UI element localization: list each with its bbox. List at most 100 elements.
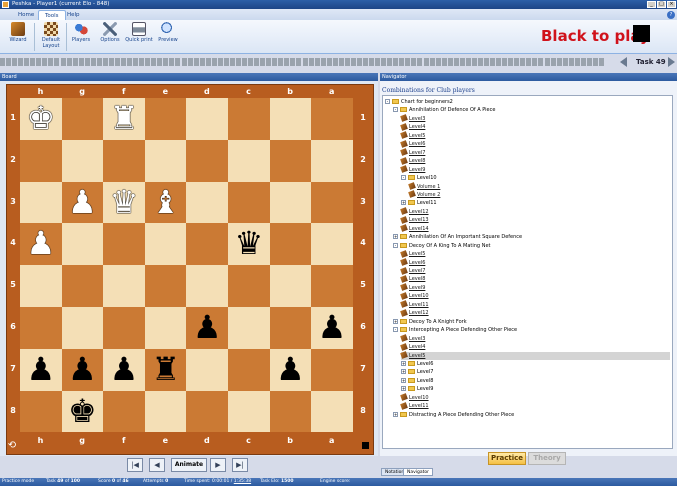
- tree-item-label[interactable]: Level14: [409, 226, 429, 232]
- task-progress-tick[interactable]: [121, 58, 126, 66]
- task-progress-tick[interactable]: [592, 58, 598, 66]
- task-progress-tick[interactable]: [278, 58, 284, 66]
- task-progress-tick[interactable]: [72, 58, 78, 66]
- board-square-c8[interactable]: [228, 390, 270, 433]
- tree-item-label[interactable]: Level10: [417, 175, 437, 181]
- task-progress-tick[interactable]: [66, 58, 72, 66]
- board-square-f5[interactable]: [103, 265, 145, 307]
- task-progress-tick[interactable]: [242, 58, 247, 66]
- task-progress-tick[interactable]: [423, 58, 429, 66]
- task-progress-tick[interactable]: [169, 58, 175, 66]
- task-progress-tick[interactable]: [441, 58, 447, 66]
- task-progress-tick[interactable]: [60, 58, 66, 66]
- tree-task[interactable]: Level14: [400, 224, 670, 233]
- task-progress-tick[interactable]: [145, 58, 151, 66]
- chess-board[interactable]: ♚ ♜ ♟ ♛ ♝ ♟ ♛ ♟ ♟ ♟ ♟ ♟ ♜ ♟ ♚: [20, 98, 353, 433]
- tree-folder[interactable]: - Intercepting A Piece Defending Other Pi…: [393, 326, 670, 334]
- chess-piece-a6[interactable]: ♟: [311, 307, 353, 348]
- collapse-icon[interactable]: -: [393, 327, 398, 333]
- expand-icon[interactable]: +: [401, 200, 406, 206]
- tree-task[interactable]: Level4: [400, 122, 670, 131]
- task-progress-tick[interactable]: [308, 58, 314, 66]
- next-move-button[interactable]: ▶: [210, 458, 226, 472]
- board-square-c6[interactable]: [228, 307, 270, 349]
- task-progress-tick[interactable]: [484, 58, 489, 66]
- close-icon[interactable]: ×: [667, 1, 676, 8]
- tree-task[interactable]: Level4: [400, 342, 670, 351]
- expand-icon[interactable]: +: [401, 360, 406, 366]
- task-progress-tick[interactable]: [574, 58, 580, 66]
- task-progress-tick[interactable]: [338, 58, 344, 66]
- tree-item-label[interactable]: Level11: [409, 403, 429, 409]
- tree-folder[interactable]: + Level6: [401, 360, 670, 368]
- tree-task[interactable]: Level6: [400, 258, 670, 267]
- board-square-h5[interactable]: [20, 265, 62, 307]
- tree-item-label[interactable]: Level4: [409, 344, 425, 350]
- chess-piece-h4[interactable]: ♟: [20, 223, 62, 264]
- board-square-f8[interactable]: [103, 390, 145, 433]
- chess-piece-b7[interactable]: ♟: [270, 349, 312, 390]
- tree-item-label[interactable]: Level8: [417, 378, 433, 384]
- task-progress-tick[interactable]: [260, 58, 266, 66]
- tree-task[interactable]: Level7: [400, 266, 670, 275]
- tree-item-label[interactable]: Volume 1: [417, 184, 440, 190]
- chess-piece-c4[interactable]: ♛: [228, 223, 270, 264]
- tree-task[interactable]: Level8: [400, 275, 670, 283]
- board-square-c5[interactable]: [228, 265, 270, 307]
- tree-folder[interactable]: - Chart for beginners2: [385, 98, 670, 106]
- tree-task[interactable]: Level12: [400, 308, 670, 317]
- task-progress-tick[interactable]: [30, 58, 36, 66]
- tree-item-label[interactable]: Level5: [409, 353, 425, 359]
- task-progress-tick[interactable]: [6, 58, 12, 66]
- tree-item-label[interactable]: Level6: [417, 361, 433, 367]
- tree-task[interactable]: Level5: [400, 351, 670, 360]
- tab-navigator[interactable]: Navigator: [403, 468, 434, 476]
- board-square-a7[interactable]: [311, 348, 353, 391]
- tree-item-label[interactable]: Level7: [417, 369, 433, 375]
- tree-task[interactable]: Level12: [400, 207, 670, 216]
- board-square-b2[interactable]: [269, 139, 312, 182]
- chess-piece-g8[interactable]: ♚: [62, 391, 104, 432]
- help-icon[interactable]: ?: [667, 11, 675, 19]
- tree-item-label[interactable]: Level12: [409, 209, 429, 215]
- tree-task[interactable]: Level7: [400, 148, 670, 157]
- board-square-g5[interactable]: [61, 265, 104, 307]
- task-progress-tick[interactable]: [181, 58, 187, 66]
- board-square-c1[interactable]: [228, 98, 270, 140]
- task-progress-tick[interactable]: [393, 58, 399, 66]
- tree-task[interactable]: Level9: [400, 165, 670, 174]
- tree-task[interactable]: Volume 1: [408, 182, 670, 191]
- board-square-a2[interactable]: [311, 139, 353, 182]
- board-square-b1[interactable]: [269, 98, 312, 140]
- expand-icon[interactable]: +: [401, 377, 406, 383]
- practice-button[interactable]: Practice: [488, 452, 526, 465]
- task-progress-tick[interactable]: [193, 58, 199, 66]
- task-progress-tick[interactable]: [229, 58, 235, 66]
- tree-item-label[interactable]: Level10: [409, 293, 429, 299]
- task-progress-tick[interactable]: [151, 58, 157, 66]
- task-progress-tick[interactable]: [350, 58, 356, 66]
- task-progress-tick[interactable]: [580, 58, 586, 66]
- next-task-icon[interactable]: [668, 57, 675, 67]
- task-progress-tick[interactable]: [48, 58, 54, 66]
- tree-item-label[interactable]: Chart for beginners2: [401, 99, 453, 105]
- task-progress-tick[interactable]: [508, 58, 514, 66]
- last-move-button[interactable]: ▶|: [232, 458, 248, 472]
- preview-button[interactable]: Preview: [153, 22, 183, 52]
- board-square-e2[interactable]: [144, 139, 187, 182]
- board-square-d7[interactable]: [186, 348, 228, 391]
- task-progress-tick[interactable]: [217, 58, 223, 66]
- task-progress-tick[interactable]: [477, 58, 483, 66]
- minimize-icon[interactable]: _: [647, 1, 656, 8]
- tree-task[interactable]: Level5: [400, 131, 670, 140]
- tree-item-label[interactable]: Level9: [409, 285, 425, 291]
- chess-piece-d6[interactable]: ♟: [186, 307, 228, 348]
- task-progress-tick[interactable]: [223, 58, 229, 66]
- course-tree[interactable]: - Chart for beginners2- Annihilation Of De…: [382, 95, 673, 449]
- tree-task[interactable]: Level3: [400, 334, 670, 343]
- tree-task[interactable]: Level13: [400, 215, 670, 224]
- tree-folder[interactable]: + Level9: [401, 385, 670, 393]
- task-progress-tick[interactable]: [459, 58, 465, 66]
- task-progress-tick[interactable]: [544, 58, 550, 66]
- task-progress-tick[interactable]: [102, 58, 108, 66]
